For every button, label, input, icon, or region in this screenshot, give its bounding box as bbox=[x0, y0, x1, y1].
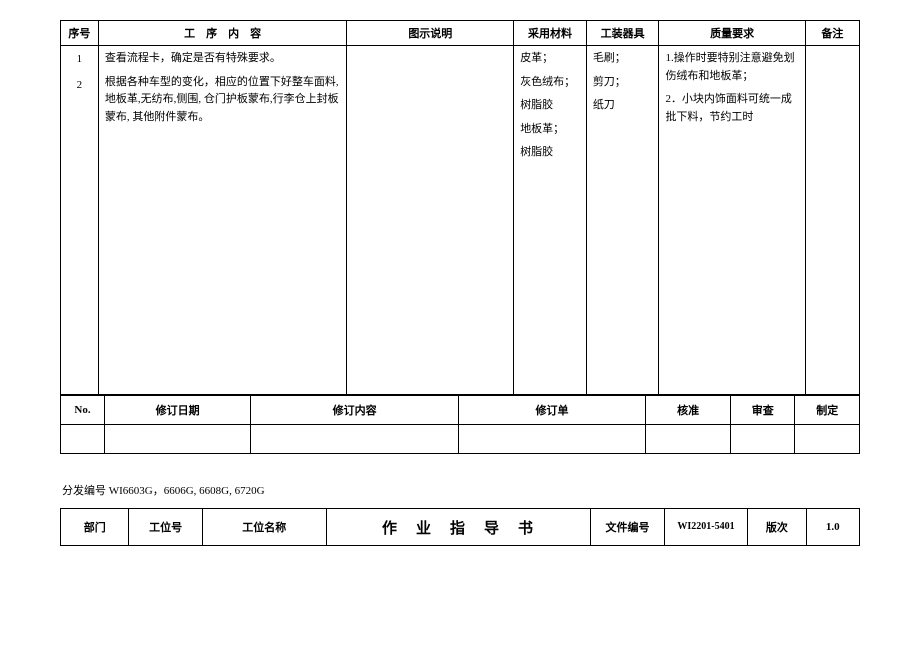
content-cell: 查看流程卡，确定是否有特殊要求。 根据各种车型的变化，相应的位置下好整车面料,地… bbox=[98, 46, 347, 395]
header-note: 备注 bbox=[805, 21, 859, 46]
footer-dept: 部门 bbox=[61, 509, 129, 546]
footer-docno-label: 文件编号 bbox=[591, 509, 664, 546]
header-content: 工 序 内 容 bbox=[98, 21, 347, 46]
content-line-2: 根据各种车型的变化，相应的位置下好整车面料,地板革,无纺布,侧围, 仓门护板蒙布… bbox=[105, 74, 341, 127]
rev-cell-check bbox=[646, 425, 731, 454]
tool-2: 剪刀； bbox=[593, 74, 653, 92]
tool-cell: 毛刷； 剪刀； 纸刀 bbox=[586, 46, 659, 395]
rev-cell-unit bbox=[458, 425, 645, 454]
material-cell: 皮革； 灰色绒布； 树脂胶 地板革； 树脂胶 bbox=[514, 46, 587, 395]
footer-rev-label: 版次 bbox=[748, 509, 806, 546]
footer-pos: 工位号 bbox=[129, 509, 202, 546]
rev-cell-date bbox=[104, 425, 250, 454]
header-quality: 质量要求 bbox=[659, 21, 805, 46]
tool-1: 毛刷； bbox=[593, 50, 653, 68]
quality-cell: 1.操作时要特别注意避免划伤绒布和地板革； 2．小块内饰面料可统一成批下料，节约… bbox=[659, 46, 805, 395]
diagram-cell bbox=[347, 46, 514, 395]
seq-1: 1 bbox=[67, 50, 92, 70]
content-line-1: 查看流程卡，确定是否有特殊要求。 bbox=[105, 50, 341, 68]
footer-row: 部门 工位号 工位名称 作 业 指 导 书 文件编号 WI2201-5401 版… bbox=[61, 509, 860, 546]
material-1: 皮革； bbox=[520, 50, 580, 68]
rev-header-content: 修订内容 bbox=[251, 396, 459, 425]
tool-3: 纸刀 bbox=[593, 97, 653, 115]
main-header-row: 序号 工 序 内 容 图示说明 采用材料 工装器具 质量要求 备注 bbox=[61, 21, 860, 46]
rev-header-no: No. bbox=[61, 396, 105, 425]
rev-cell-no bbox=[61, 425, 105, 454]
header-material: 采用材料 bbox=[514, 21, 587, 46]
main-body-row: 1 2 查看流程卡，确定是否有特殊要求。 根据各种车型的变化，相应的位置下好整车… bbox=[61, 46, 860, 395]
seq-2: 2 bbox=[67, 76, 92, 96]
distribution-line: 分发编号 WI6603G，6606G, 6608G, 6720G bbox=[62, 482, 858, 498]
revision-table: No. 修订日期 修订内容 修订单 核准 审查 制定 bbox=[60, 395, 860, 454]
footer-table: 部门 工位号 工位名称 作 业 指 导 书 文件编号 WI2201-5401 版… bbox=[60, 508, 860, 546]
rev-header-make: 制定 bbox=[795, 396, 860, 425]
quality-1: 1.操作时要特别注意避免划伤绒布和地板革； bbox=[665, 50, 798, 85]
footer-posname: 工位名称 bbox=[202, 509, 326, 546]
rev-cell-review bbox=[731, 425, 795, 454]
revision-empty-row bbox=[61, 425, 860, 454]
header-seq: 序号 bbox=[61, 21, 99, 46]
rev-header-date: 修订日期 bbox=[104, 396, 250, 425]
rev-header-review: 审查 bbox=[731, 396, 795, 425]
quality-2: 2．小块内饰面料可统一成批下料，节约工时 bbox=[665, 91, 798, 126]
material-4: 地板革； bbox=[520, 121, 580, 139]
footer-rev-no: 1.0 bbox=[806, 509, 859, 546]
material-2: 灰色绒布； bbox=[520, 74, 580, 92]
note-cell bbox=[805, 46, 859, 395]
footer-docno: WI2201-5401 bbox=[664, 509, 748, 546]
rev-cell-make bbox=[795, 425, 860, 454]
footer-title: 作 业 指 导 书 bbox=[326, 509, 591, 546]
header-tool: 工装器具 bbox=[586, 21, 659, 46]
revision-header-row: No. 修订日期 修订内容 修订单 核准 审查 制定 bbox=[61, 396, 860, 425]
header-diagram: 图示说明 bbox=[347, 21, 514, 46]
rev-cell-content bbox=[251, 425, 459, 454]
rev-header-unit: 修订单 bbox=[458, 396, 645, 425]
material-5: 树脂胶 bbox=[520, 144, 580, 162]
rev-header-check: 核准 bbox=[646, 396, 731, 425]
seq-cell: 1 2 bbox=[61, 46, 99, 395]
material-3: 树脂胶 bbox=[520, 97, 580, 115]
work-instruction-table: 序号 工 序 内 容 图示说明 采用材料 工装器具 质量要求 备注 1 2 查看… bbox=[60, 20, 860, 395]
